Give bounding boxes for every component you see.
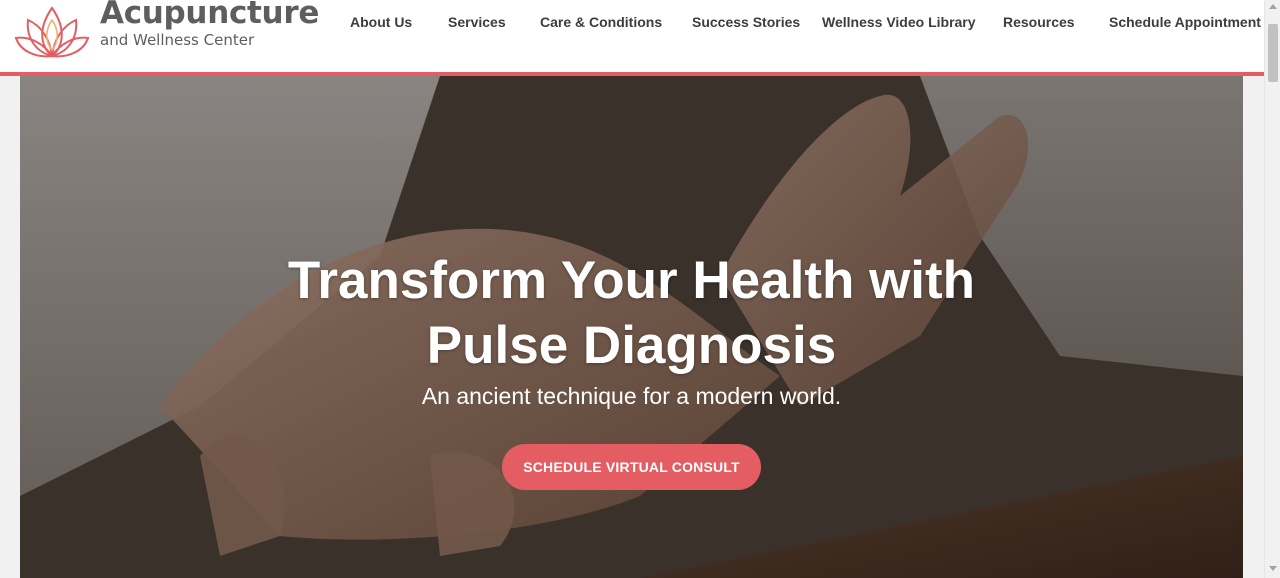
scroll-down-arrow-icon[interactable] (1269, 566, 1277, 571)
hero-section: Transform Your Health with Pulse Diagnos… (20, 76, 1243, 578)
site-header: Acupuncture and Wellness Center About Us… (0, 0, 1264, 73)
nav-schedule-appointment[interactable]: Schedule Appointment (1109, 14, 1261, 30)
page: Acupuncture and Wellness Center About Us… (0, 0, 1280, 578)
nav-about-us[interactable]: About Us (350, 14, 412, 30)
scroll-up-arrow-icon[interactable] (1269, 4, 1277, 9)
nav-services[interactable]: Services (448, 14, 506, 30)
nav-success-stories[interactable]: Success Stories (692, 14, 800, 30)
hero-title-line-2: Pulse Diagnosis (426, 316, 837, 375)
hero-title: Transform Your Health with Pulse Diagnos… (20, 248, 1243, 378)
hero-subtitle: An ancient technique for a modern world. (421, 383, 842, 409)
scrollbar-thumb[interactable] (1268, 24, 1278, 82)
main-nav: About Us Services Care & Conditions Succ… (0, 14, 1264, 32)
vertical-scrollbar[interactable] (1264, 0, 1280, 578)
nav-wellness-video-library[interactable]: Wellness Video Library (822, 14, 976, 30)
nav-care-conditions[interactable]: Care & Conditions (540, 14, 662, 30)
brand-subtitle: and Wellness Center (100, 31, 255, 49)
schedule-virtual-consult-button[interactable]: SCHEDULE VIRTUAL CONSULT (502, 444, 761, 490)
nav-resources[interactable]: Resources (1003, 14, 1075, 30)
hero-title-line-1: Transform Your Health with (287, 251, 976, 310)
hero-content: Transform Your Health with Pulse Diagnos… (20, 76, 1243, 578)
